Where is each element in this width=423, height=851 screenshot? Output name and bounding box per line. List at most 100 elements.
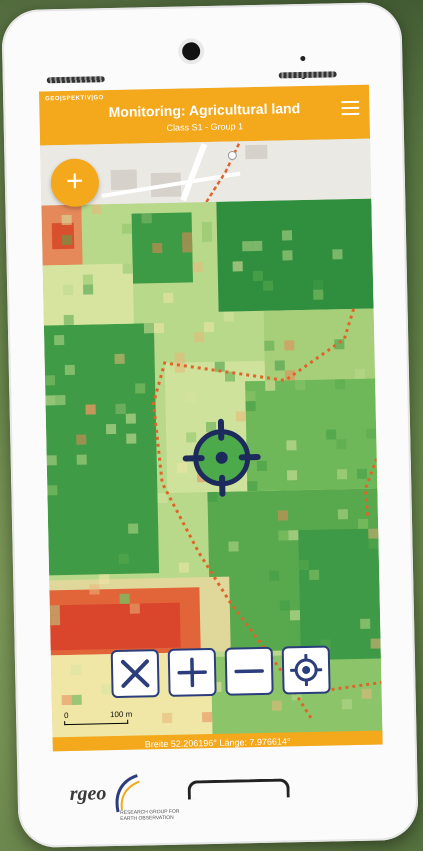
scale-distance-label: 100 m — [109, 709, 133, 720]
raster-pixel — [74, 374, 86, 385]
raster-pixel — [82, 274, 94, 285]
hamburger-menu-icon[interactable] — [341, 100, 360, 116]
raster-pixel — [45, 395, 56, 406]
raster-pixel — [70, 664, 82, 675]
raster-pixel — [119, 593, 130, 604]
brand-label: GEO|SPEKTIV|GO — [45, 95, 104, 103]
raster-pixel — [131, 203, 142, 214]
raster-pixel — [232, 261, 243, 272]
zoom-in-button[interactable] — [167, 647, 217, 697]
raster-pixel — [281, 230, 293, 241]
raster-pixel — [274, 360, 285, 371]
raster-pixel — [81, 674, 92, 685]
raster-pixel — [289, 610, 301, 621]
raster-pixel — [182, 242, 193, 253]
raster-pixel — [44, 375, 56, 386]
raster-pixel — [148, 523, 159, 534]
raster-pixel — [335, 379, 346, 390]
raster-pixel — [309, 569, 320, 580]
raster-pixel — [89, 584, 100, 595]
raster-pixel — [49, 615, 61, 626]
raster-pixel — [361, 688, 372, 699]
raster-pixel — [114, 353, 125, 364]
map-scale: 0 100 m — [64, 709, 164, 727]
raster-pixel — [336, 469, 348, 480]
raster-pixel — [65, 384, 76, 396]
raster-pixel — [265, 380, 276, 391]
raster-pixel — [242, 241, 253, 252]
raster-pixel — [284, 340, 295, 351]
raster-pixel — [360, 618, 371, 629]
raster-pixel — [256, 460, 267, 472]
speaker-left — [46, 76, 105, 84]
raster-pixel — [153, 322, 165, 334]
raster-pixel — [271, 700, 282, 711]
raster-pixel — [202, 712, 213, 723]
raster-pixel — [201, 221, 212, 233]
raster-pixel — [118, 553, 129, 564]
raster-pixel — [192, 262, 203, 273]
raster-pixel — [203, 321, 215, 333]
raster-pixel — [178, 562, 190, 573]
zoom-out-button[interactable] — [224, 646, 274, 696]
fullscreen-button[interactable] — [110, 649, 160, 699]
raster-pixel — [47, 485, 58, 496]
raster-pixel — [357, 518, 369, 529]
raster-pixel — [125, 413, 136, 424]
raster-pixel — [85, 404, 96, 415]
raster-pixel — [252, 240, 263, 252]
raster-pixel — [54, 335, 65, 346]
raster-pixel — [193, 282, 204, 293]
logo-tagline: RESEARCH GROUP FOR EARTH OBSERVATION — [120, 808, 180, 822]
raster-pixel — [101, 684, 112, 695]
raster-pixel — [121, 223, 132, 234]
plus-icon — [177, 657, 207, 688]
raster-pixel — [368, 538, 379, 549]
collapse-arrows-icon — [120, 659, 150, 688]
raster-pixel — [126, 433, 137, 444]
raster-pixel — [61, 234, 73, 246]
speaker-right — [278, 71, 337, 79]
map-controls — [110, 645, 342, 704]
logo-text: rgeo — [69, 782, 107, 806]
raster-pixel — [223, 311, 234, 322]
front-camera — [181, 42, 201, 61]
raster-pixel — [83, 284, 94, 295]
raster-pixel — [332, 249, 343, 260]
raster-pixel — [115, 403, 126, 414]
raster-pixel — [61, 694, 72, 706]
raster-pixel — [163, 292, 174, 303]
raster-pixel — [264, 340, 275, 351]
raster-pixel — [282, 250, 293, 261]
raster-pixel — [185, 392, 196, 403]
raster-pixel — [141, 213, 152, 224]
locate-icon — [289, 653, 323, 687]
raster-pixel — [228, 541, 239, 552]
raster-pixel — [356, 468, 368, 479]
locate-button[interactable] — [281, 645, 331, 695]
raster-pixel — [269, 570, 280, 581]
raster-pixel — [128, 523, 139, 534]
raster-pixel — [46, 455, 57, 466]
raster-pixel — [336, 439, 347, 450]
raster-pixel — [201, 231, 213, 243]
app-header: GEO|SPEKTIV|GO Monitoring: Agricultural … — [38, 84, 371, 146]
raster-pixel — [152, 242, 163, 254]
raster-pixel — [334, 339, 345, 350]
raster-pixel — [341, 699, 352, 710]
raster-pixel — [245, 391, 256, 402]
raster-pixel — [48, 525, 59, 536]
home-button[interactable] — [187, 778, 290, 800]
raster-pixel — [312, 279, 324, 290]
sensor-dots — [300, 48, 314, 80]
raster-pixel — [49, 605, 60, 616]
raster-pixel — [368, 528, 379, 539]
raster-pixel — [262, 280, 274, 291]
raster-pixel — [245, 401, 256, 412]
raster-pixel — [326, 429, 337, 440]
raster-pixel — [181, 232, 193, 243]
phone-frame: GEO|SPEKTIV|GO Monitoring: Agricultural … — [1, 1, 419, 849]
raster-pixel — [354, 368, 366, 379]
raster-pixel — [370, 638, 381, 649]
raster-pixel — [63, 314, 74, 326]
